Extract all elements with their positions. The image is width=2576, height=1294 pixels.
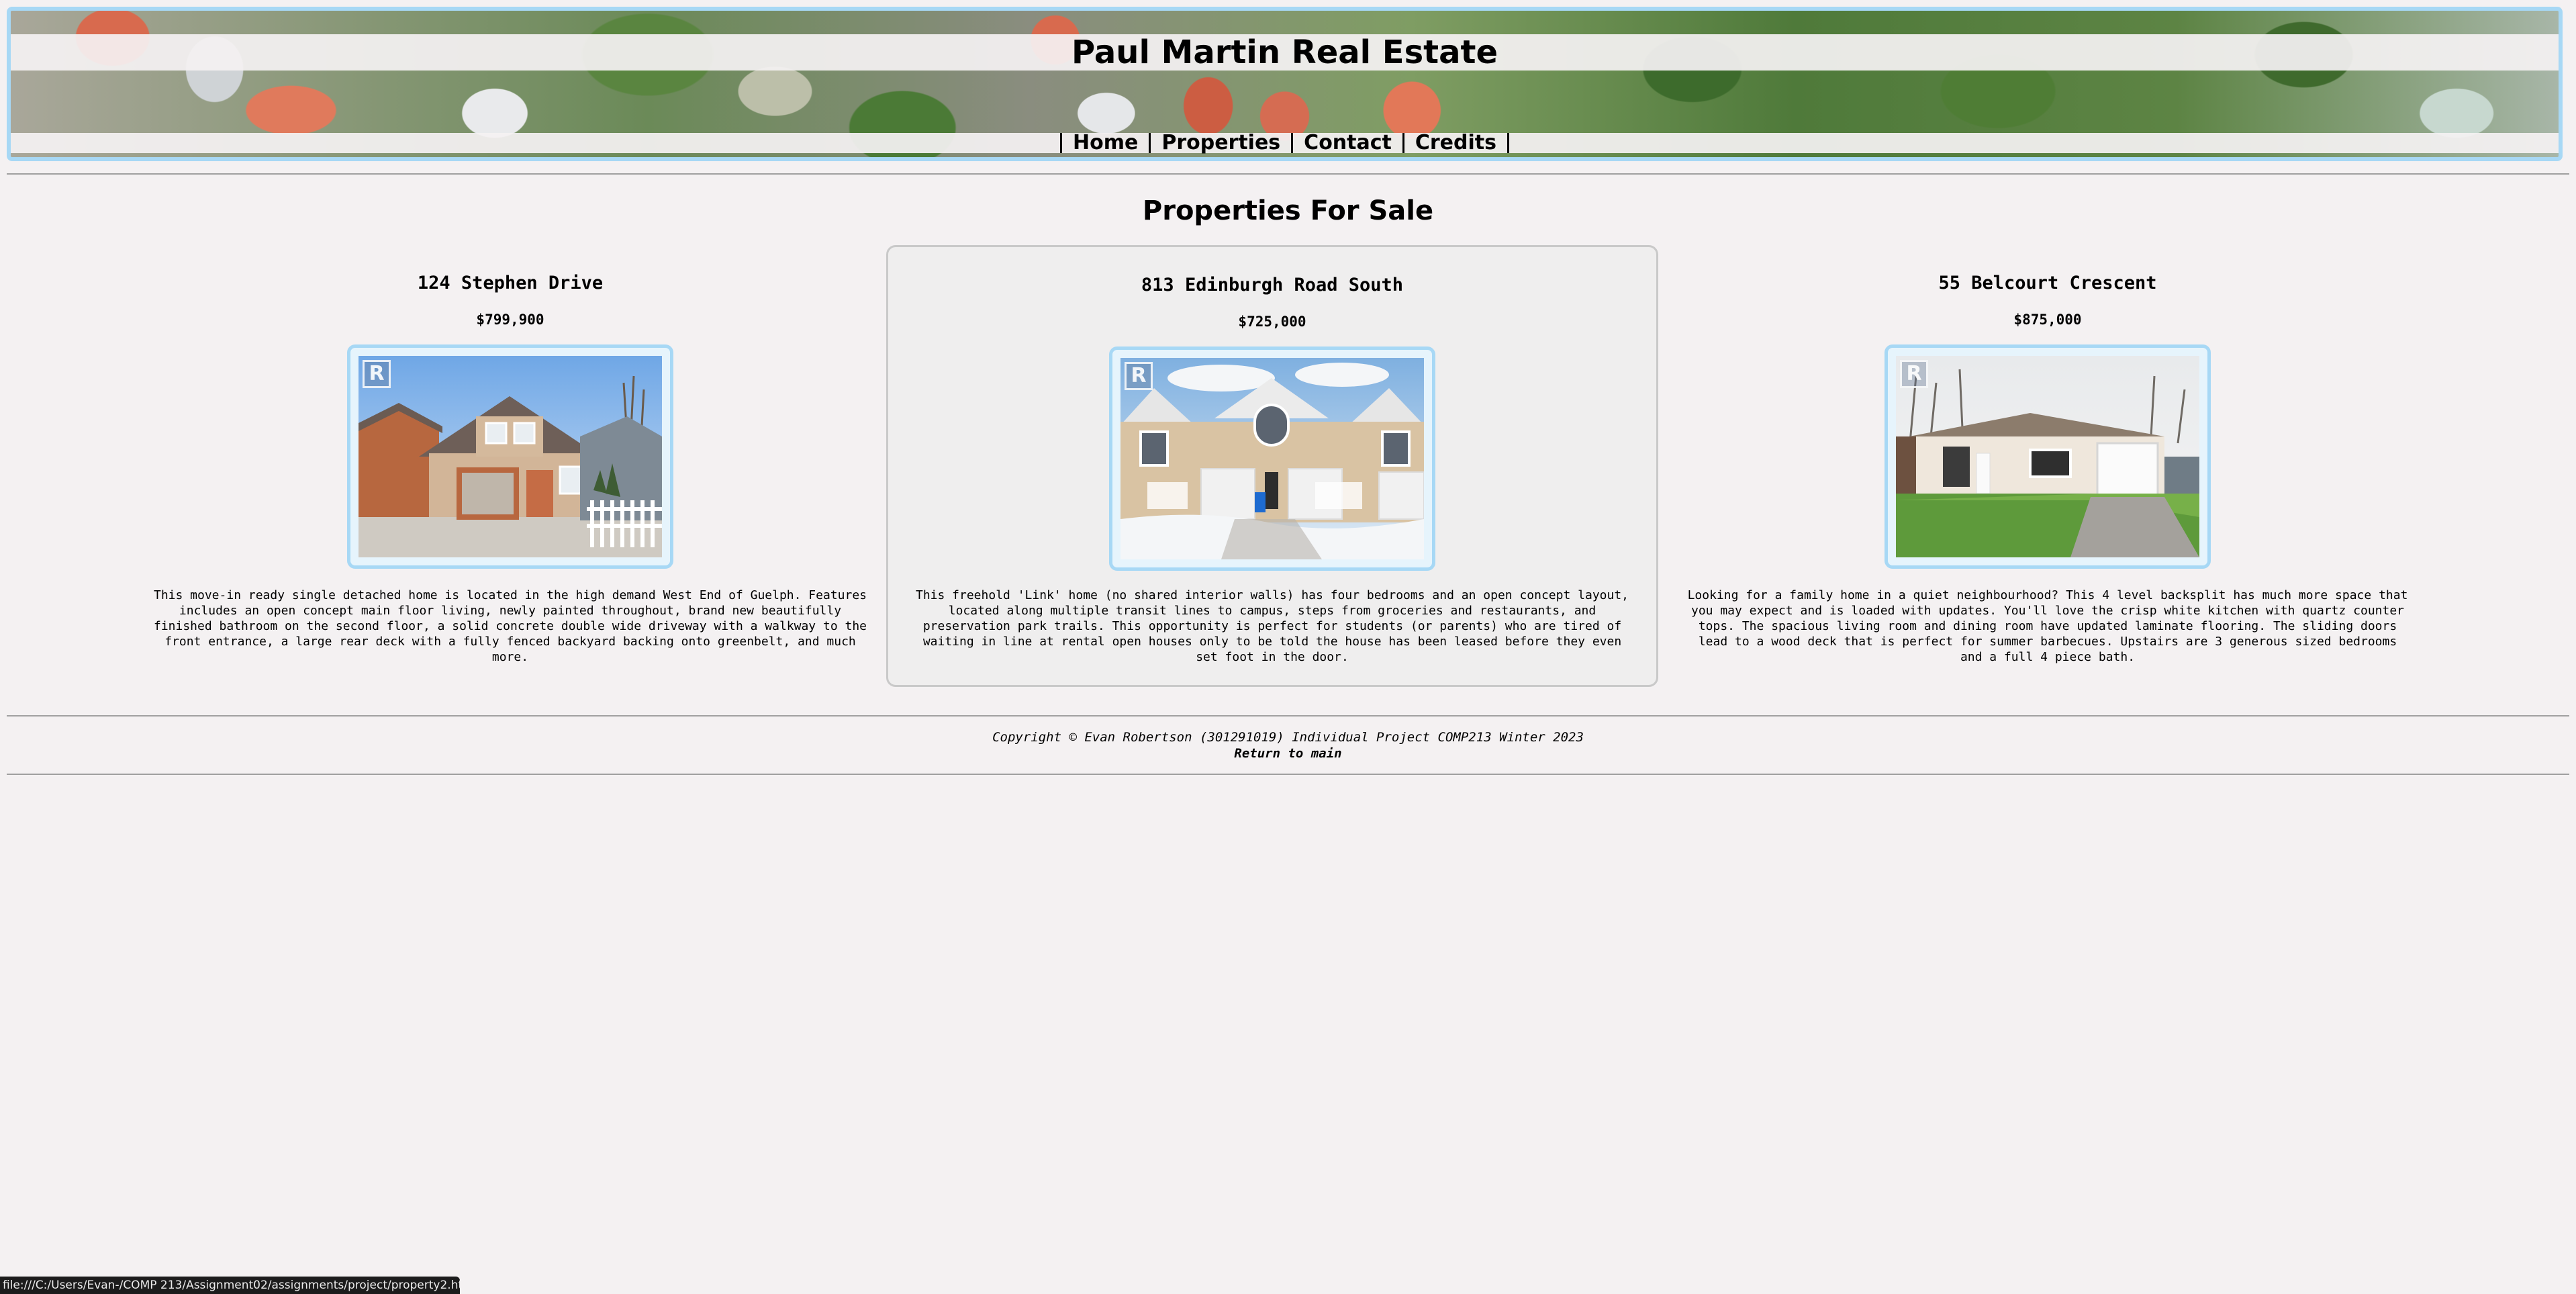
main-nav: Home Properties Contact Credits	[11, 133, 2559, 153]
nav-link-home[interactable]: Home	[1073, 133, 1138, 153]
realtor-logo-icon: R	[363, 360, 391, 388]
realtor-logo-icon: R	[1125, 362, 1153, 390]
browser-status-url: file:///C:/Users/Evan-/COMP 213/Assignme…	[0, 1277, 460, 1294]
property-photo[interactable]: R	[1120, 358, 1424, 559]
nav-link-properties[interactable]: Properties	[1161, 133, 1280, 153]
house-photo-illustration	[359, 356, 662, 557]
house-photo-illustration	[1120, 358, 1424, 559]
nav-separator	[1291, 133, 1294, 153]
footer-top-divider	[7, 715, 2569, 717]
copyright-text: Copyright © Evan Robertson (301291019) I…	[992, 730, 1584, 745]
nav-separator	[1060, 133, 1062, 153]
footer-bottom-divider	[7, 774, 2569, 775]
property-description: This move-in ready single detached home …	[153, 588, 867, 664]
nav-separator	[1149, 133, 1151, 153]
site-title: Paul Martin Real Estate	[1071, 34, 1498, 71]
property-price: $725,000	[1238, 314, 1306, 330]
nav-separator	[1402, 133, 1404, 153]
nav-link-contact[interactable]: Contact	[1304, 133, 1392, 153]
return-to-main-link[interactable]: Return to main	[1234, 746, 1341, 761]
property-photo-frame[interactable]: R	[347, 344, 673, 569]
footer: Copyright © Evan Robertson (301291019) I…	[0, 729, 2576, 761]
property-description: This freehold 'Link' home (no shared int…	[915, 588, 1629, 664]
nav-link-credits[interactable]: Credits	[1415, 133, 1496, 153]
realtor-logo-icon: R	[1900, 360, 1928, 388]
header-divider	[7, 173, 2569, 175]
property-description: Looking for a family home in a quiet nei…	[1687, 588, 2408, 664]
property-photo-frame[interactable]: R	[1885, 344, 2211, 569]
property-address: 813 Edinburgh Road South	[1141, 275, 1404, 295]
page-heading: Properties For Sale	[1142, 195, 1434, 226]
property-price: $799,900	[476, 312, 544, 328]
property-card-highlighted[interactable]: 813 Edinburgh Road South $725,000 R This…	[886, 245, 1658, 687]
property-photo[interactable]: R	[1896, 356, 2199, 557]
property-card: 55 Belcourt Crescent $875,000 R Looking …	[1662, 245, 2434, 687]
house-photo-illustration	[1896, 356, 2199, 557]
property-address: 124 Stephen Drive	[417, 273, 604, 293]
property-photo[interactable]: R	[359, 356, 662, 557]
property-photo-frame[interactable]: R	[1109, 346, 1435, 571]
property-price: $875,000	[2013, 312, 2082, 328]
property-address: 55 Belcourt Crescent	[1938, 273, 2157, 293]
property-card: 124 Stephen Drive $799,900 R This move-i…	[124, 245, 896, 687]
nav-separator	[1507, 133, 1509, 153]
header-banner: Paul Martin Real Estate Home Properties Co…	[7, 7, 2563, 161]
